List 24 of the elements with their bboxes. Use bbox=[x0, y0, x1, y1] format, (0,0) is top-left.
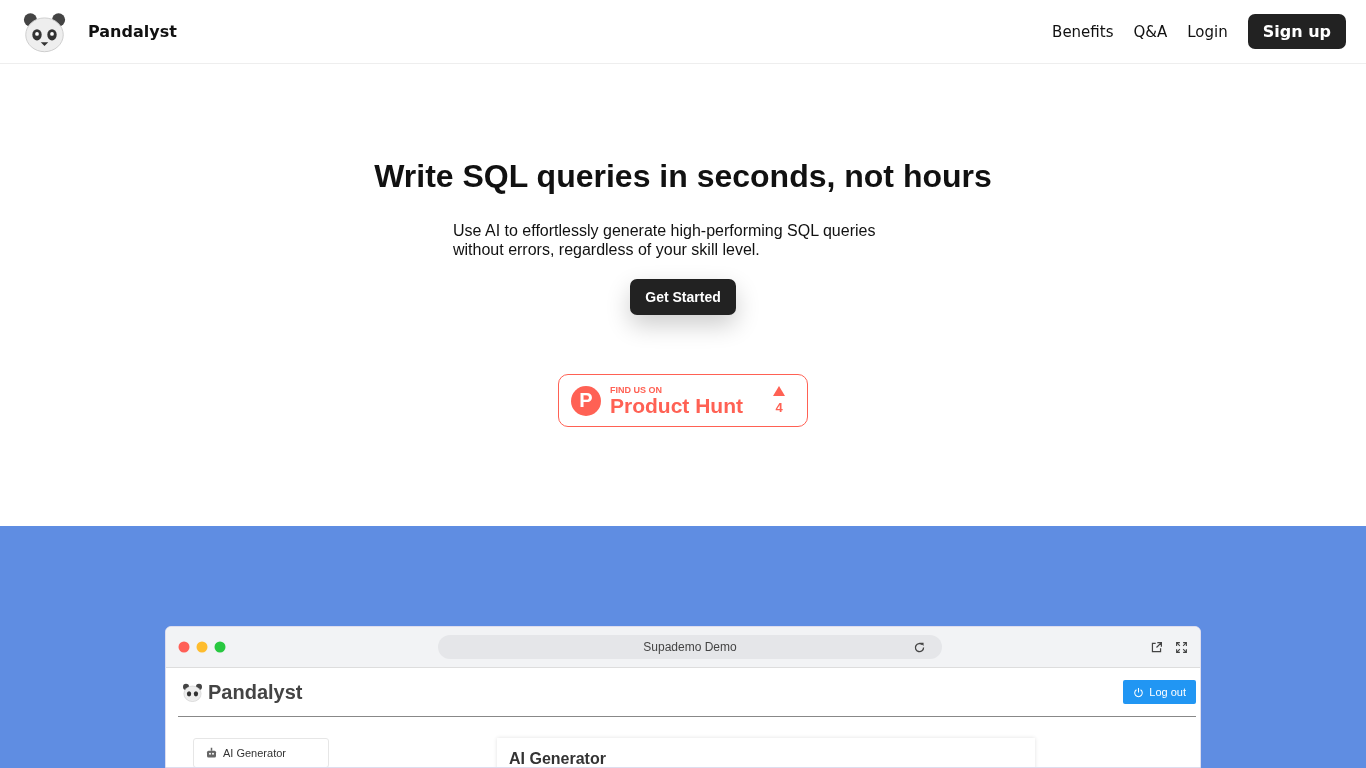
address-text: Supademo Demo bbox=[643, 640, 737, 654]
external-link-icon[interactable] bbox=[1150, 640, 1163, 654]
panel-title: AI Generator bbox=[509, 750, 606, 767]
badge-name: Product Hunt bbox=[610, 394, 744, 417]
panda-icon bbox=[182, 682, 203, 702]
nav-link[interactable]: Q&A bbox=[1133, 22, 1168, 41]
nav-link[interactable]: Benefits bbox=[1052, 22, 1114, 41]
hero-subtitle: Use AI to effortlessly generate high-performing SQL queries without errors, regardless of your skill level. bbox=[453, 221, 877, 259]
reload-icon[interactable] bbox=[913, 640, 926, 654]
brand-name: Pandalyst bbox=[88, 22, 177, 41]
fullscreen-icon[interactable] bbox=[1175, 640, 1188, 654]
app-brand-name: Pandalyst bbox=[208, 680, 303, 704]
robot-icon bbox=[205, 747, 218, 759]
nav-link[interactable]: Login bbox=[1187, 22, 1228, 41]
hero-title: Write SQL queries in seconds, not hours bbox=[374, 158, 992, 195]
sign-up-button[interactable]: Sign up bbox=[1247, 14, 1346, 49]
power-icon bbox=[1133, 686, 1145, 698]
product-hunt-logo: P bbox=[571, 385, 601, 416]
panda-logo-icon bbox=[22, 10, 67, 53]
sidebar-item[interactable]: AI Generator bbox=[193, 738, 329, 767]
vote-count: 4 bbox=[775, 400, 783, 415]
badge-eyebrow: FIND US ON bbox=[610, 384, 663, 395]
upvote-icon bbox=[773, 386, 785, 396]
get-started-button[interactable]: Get Started bbox=[630, 279, 736, 315]
